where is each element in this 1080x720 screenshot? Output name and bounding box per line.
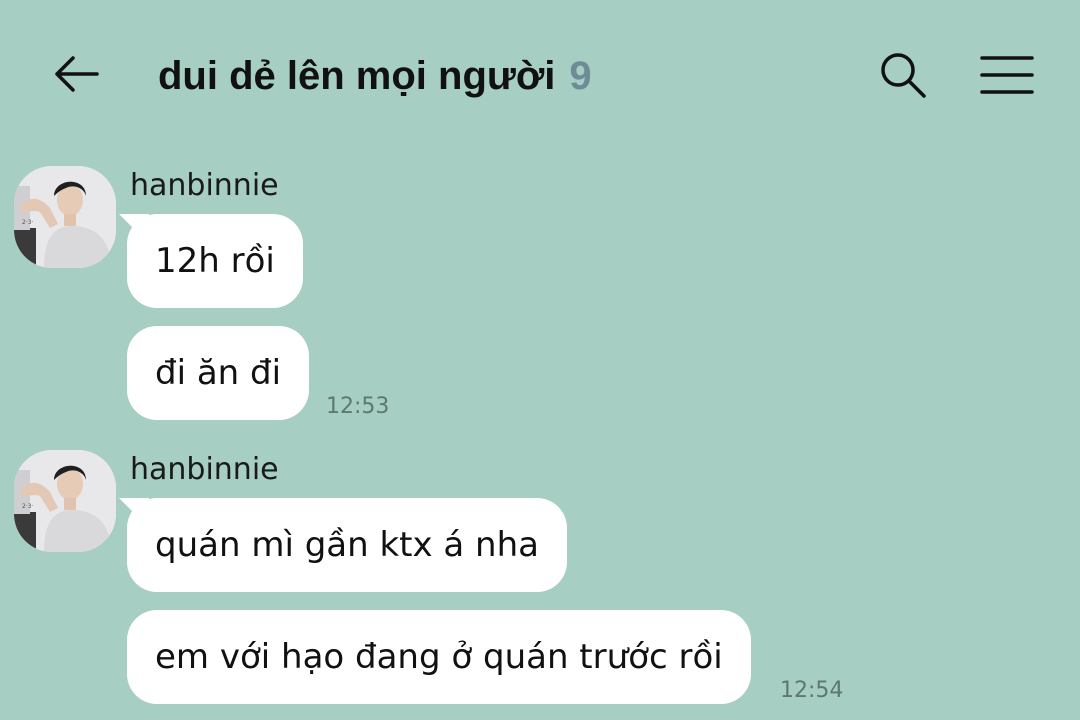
chat-header: dui dẻ lên mọi người 9 bbox=[0, 0, 1080, 150]
avatar[interactable]: 2·3· bbox=[14, 450, 116, 552]
message-timestamp: 12:53 bbox=[326, 394, 390, 419]
message-text: em với hạo đang ở quán trước rồi bbox=[155, 637, 723, 677]
chat-title-group: dui dẻ lên mọi người 9 bbox=[158, 46, 592, 106]
message-bubble[interactable]: đi ăn đi bbox=[127, 326, 310, 420]
user-photo: 2·3· bbox=[14, 166, 116, 268]
message-text: 12h rồi bbox=[155, 241, 275, 281]
avatar[interactable]: 2·3· bbox=[14, 166, 116, 268]
chat-title: dui dẻ lên mọi người bbox=[158, 53, 556, 98]
hamburger-menu-icon bbox=[980, 56, 1034, 94]
search-button[interactable] bbox=[872, 44, 934, 106]
message-bubble[interactable]: 12h rồi bbox=[127, 214, 303, 308]
message-text: quán mì gần ktx á nha bbox=[155, 525, 539, 565]
menu-button[interactable] bbox=[974, 44, 1040, 106]
message-bubble[interactable]: quán mì gần ktx á nha bbox=[127, 498, 567, 592]
sender-name: hanbinnie bbox=[130, 168, 279, 203]
message-text: đi ăn đi bbox=[155, 353, 282, 393]
back-button[interactable] bbox=[46, 44, 106, 104]
message-bubble[interactable]: em với hạo đang ở quán trước rồi bbox=[127, 610, 751, 704]
message-timestamp: 12:54 bbox=[780, 678, 844, 703]
svg-text:2·3·: 2·3· bbox=[22, 219, 34, 226]
svg-text:2·3·: 2·3· bbox=[22, 503, 34, 510]
arrow-left-icon bbox=[55, 56, 99, 92]
user-photo: 2·3· bbox=[14, 450, 116, 552]
sender-name: hanbinnie bbox=[130, 452, 279, 487]
search-icon bbox=[881, 53, 926, 98]
member-count: 9 bbox=[569, 53, 592, 98]
